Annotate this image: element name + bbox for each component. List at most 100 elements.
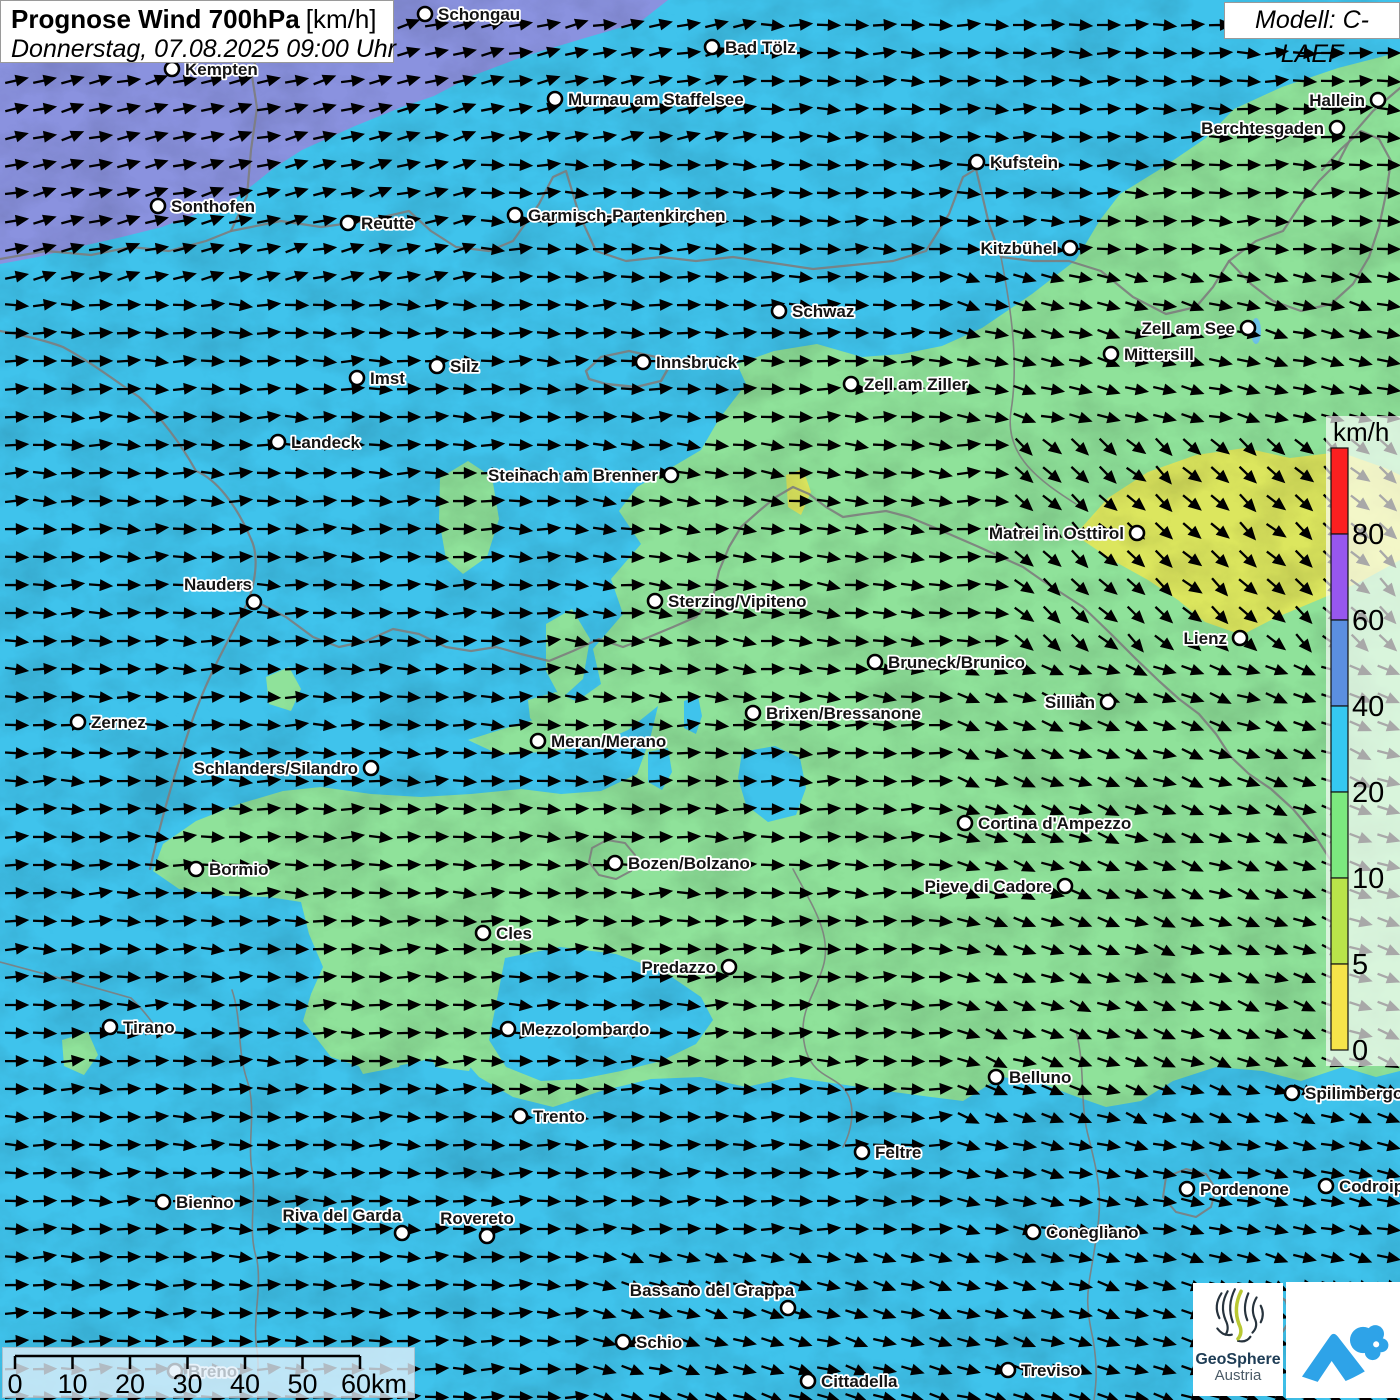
city-label: Conegliano [1046, 1223, 1139, 1242]
city-label: Cles [496, 924, 532, 943]
city-label: Kufstein [990, 153, 1058, 172]
city-marker [430, 359, 444, 373]
city-label: Berchtesgaden [1201, 119, 1324, 138]
legend-segment [1331, 964, 1348, 1050]
city-marker [418, 7, 432, 21]
scalebar-label: 40 [230, 1369, 260, 1397]
city-label: Zell am See [1141, 319, 1235, 338]
city-marker [722, 960, 736, 974]
legend-segment [1331, 620, 1348, 706]
legend-tick-label: 80 [1352, 519, 1384, 551]
city-label: Cortina d'Ampezzo [978, 814, 1131, 833]
city-marker [705, 40, 719, 54]
city-label: Bassano del Grappa [630, 1281, 795, 1300]
title-unit: [km/h] [306, 4, 377, 34]
legend-unit-label: km/h [1333, 417, 1389, 447]
city-label: Tirano [123, 1018, 175, 1037]
scalebar-label: 10 [57, 1369, 87, 1397]
legend-tick-label: 10 [1352, 863, 1384, 895]
city-marker [364, 761, 378, 775]
city-marker [548, 92, 562, 106]
legend-tick-label: 5 [1352, 949, 1368, 981]
city-label: Brixen/Bressanone [766, 704, 921, 723]
city-label: Belluno [1009, 1068, 1071, 1087]
city-marker [1371, 93, 1385, 107]
city-marker [350, 371, 364, 385]
city-label: Bruneck/Brunico [888, 653, 1025, 672]
city-label: Cittadella [821, 1372, 898, 1391]
city-label: Innsbruck [656, 353, 738, 372]
legend-segment [1331, 534, 1348, 620]
city-marker [165, 62, 179, 76]
city-label: Sterzing/Vipiteno [668, 592, 807, 611]
scalebar-label: 0 [7, 1369, 22, 1397]
legend: km/h806040201050 [1326, 416, 1400, 1067]
city-marker [648, 594, 662, 608]
city-marker [1330, 121, 1344, 135]
city-marker [1233, 631, 1247, 645]
city-label: Trento [533, 1107, 585, 1126]
city-marker [1001, 1363, 1015, 1377]
city-marker [616, 1335, 630, 1349]
city-marker [189, 862, 203, 876]
city-marker [151, 199, 165, 213]
city-label: Nauders [184, 575, 252, 594]
legend-tick-label: 20 [1352, 777, 1384, 809]
legend-segment [1331, 792, 1348, 878]
city-marker [513, 1109, 527, 1123]
city-label: Silz [450, 357, 479, 376]
city-marker [844, 377, 858, 391]
legend-segment [1331, 448, 1348, 534]
weather-map-stage: SchongauBad TölzKemptenMurnau am Staffel… [0, 0, 1400, 1400]
city-label: Codroipo [1339, 1177, 1400, 1196]
city-label: Mittersill [1124, 345, 1194, 364]
scalebar-ruler: 0102030405060km [3, 1348, 414, 1397]
city-marker [636, 355, 650, 369]
city-label: Kitzbühel [981, 239, 1058, 258]
distance-scalebar: 0102030405060km [2, 1347, 415, 1398]
scalebar-label: 50 [287, 1369, 317, 1397]
city-label: Zernez [91, 713, 146, 732]
city-label: Pieve di Cadore [924, 877, 1052, 896]
city-marker [1180, 1182, 1194, 1196]
city-marker [71, 715, 85, 729]
city-marker [103, 1020, 117, 1034]
city-label: Bienno [176, 1193, 234, 1212]
city-marker [1104, 347, 1118, 361]
city-label: Schlanders/Silandro [194, 759, 358, 778]
city-label: Landeck [291, 433, 361, 452]
city-label: Riva del Garda [282, 1206, 402, 1225]
city-label: Treviso [1021, 1361, 1081, 1380]
legend-tick-label: 40 [1352, 691, 1384, 723]
city-label: Steinach am Brenner [488, 466, 658, 485]
city-marker [772, 304, 786, 318]
city-marker [970, 155, 984, 169]
title-panel: Prognose Wind 700hPa[km/h] Donnerstag, 0… [0, 0, 394, 63]
city-marker [1241, 321, 1255, 335]
geosphere-logo: GeoSphere Austria [1193, 1283, 1283, 1396]
city-marker [247, 595, 261, 609]
city-marker [958, 816, 972, 830]
city-label: Mezzolombardo [521, 1020, 649, 1039]
city-marker [531, 734, 545, 748]
city-label: Bormio [209, 860, 269, 879]
title-text: Prognose Wind 700hPa [11, 4, 300, 34]
page-title: Prognose Wind 700hPa[km/h] [11, 4, 383, 35]
city-label: Reutte [361, 214, 414, 233]
city-marker [501, 1022, 515, 1036]
city-marker [156, 1195, 170, 1209]
city-marker [781, 1301, 795, 1315]
city-label: Schio [636, 1333, 682, 1352]
city-marker [1130, 526, 1144, 540]
city-label: Predazzo [641, 958, 716, 977]
city-marker [1101, 695, 1115, 709]
city-label: Zell am Ziller [864, 375, 968, 394]
legend-tick-label: 60 [1352, 605, 1384, 637]
city-label: Imst [370, 369, 405, 388]
city-label: Pordenone [1200, 1180, 1289, 1199]
city-label: Matrei in Osttirol [989, 524, 1124, 543]
city-label: Rovereto [440, 1209, 514, 1228]
city-label: Meran/Merano [551, 732, 666, 751]
forecast-datetime: Donnerstag, 07.08.2025 09:00 Uhr [11, 35, 383, 64]
city-label: Sillian [1045, 693, 1095, 712]
